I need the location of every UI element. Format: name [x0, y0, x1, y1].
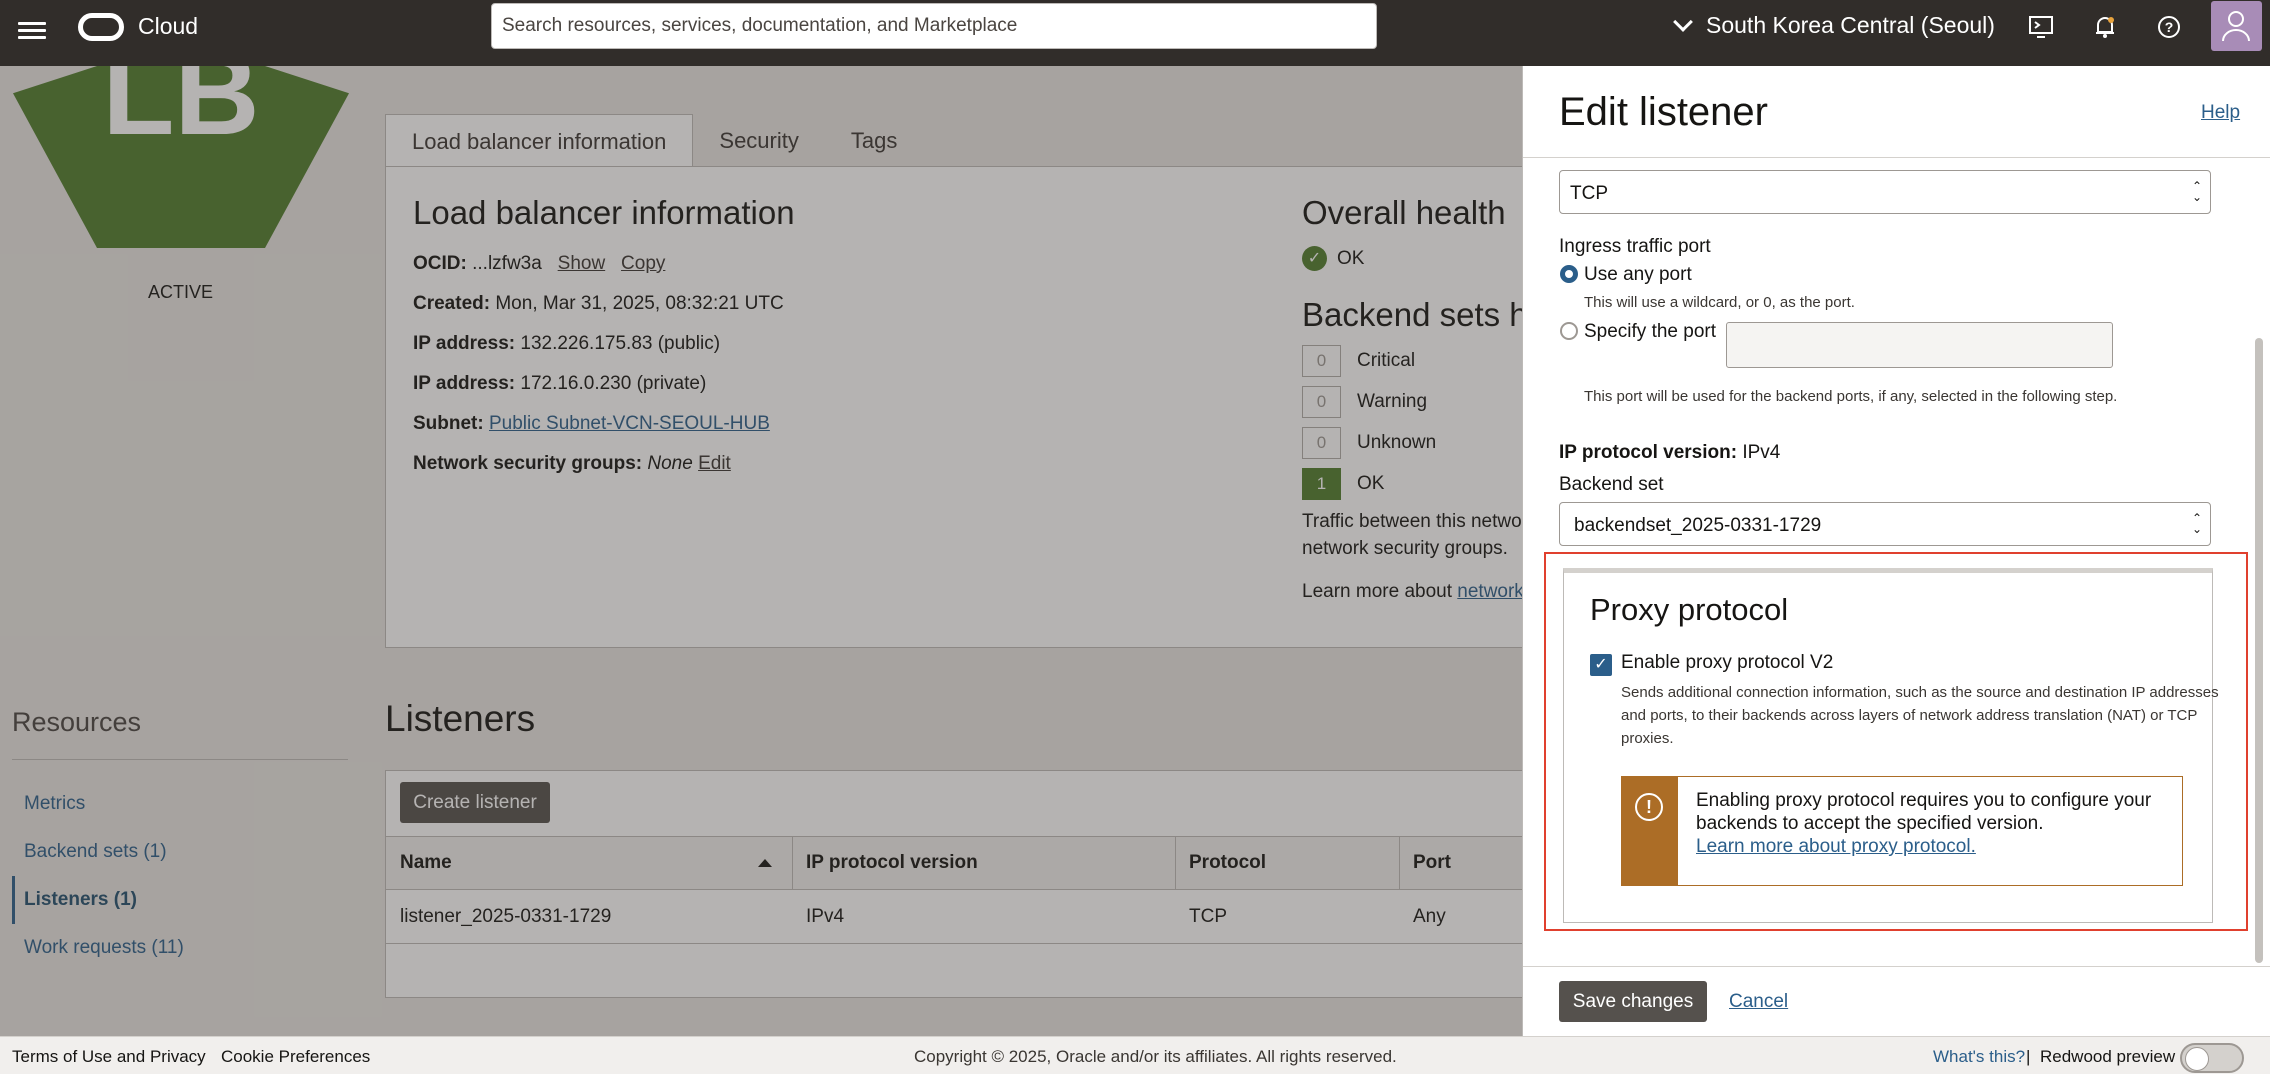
cloud-shell-icon[interactable]	[2028, 14, 2054, 40]
ip-version-row: IP protocol version: IPv4	[1559, 442, 1780, 464]
backend-set-value: backendset_2025-0331-1729	[1574, 515, 1822, 536]
backend-set-select[interactable]: backendset_2025-0331-1729 ⌃ ⌄	[1559, 502, 2211, 546]
select-arrows-icon: ⌃ ⌄	[2191, 179, 2202, 204]
chevron-down-icon	[1673, 11, 1693, 32]
warning-text: Enabling proxy protocol requires you to …	[1696, 790, 2152, 834]
top-navigation-bar: Cloud South Korea Central (Seoul) ?	[0, 0, 2270, 66]
port-input[interactable]	[1726, 322, 2113, 368]
cancel-link[interactable]: Cancel	[1729, 991, 1788, 1013]
panel-title: Edit listener	[1559, 90, 1768, 134]
help-link[interactable]: Help	[2201, 102, 2240, 124]
proxy-description-line-3: proxies.	[1621, 730, 1674, 747]
port-hint: This port will be used for the backend p…	[1584, 388, 2118, 405]
modal-overlay[interactable]	[0, 66, 1522, 1036]
proxy-v2-label[interactable]: Enable proxy protocol V2	[1621, 652, 1833, 674]
copyright-text: Copyright © 2025, Oracle and/or its affi…	[914, 1047, 1397, 1066]
bell-icon[interactable]	[2092, 14, 2118, 40]
cookie-preferences-link[interactable]: Cookie Preferences	[221, 1047, 370, 1067]
page-footer: Terms of Use and Privacy Cookie Preferen…	[0, 1036, 2270, 1074]
svg-text:?: ?	[2165, 19, 2174, 35]
backend-set-label: Backend set	[1559, 474, 1664, 495]
warning-text-block: Enabling proxy protocol requires you to …	[1696, 789, 2176, 858]
warning-side-bar: !	[1622, 777, 1678, 885]
whats-this-link[interactable]: What's this?	[1933, 1047, 2025, 1067]
warning-message: ! Enabling proxy protocol requires you t…	[1621, 776, 2183, 886]
region-selector[interactable]: South Korea Central (Seoul)	[1673, 11, 1995, 39]
footer-separator: |	[2026, 1047, 2031, 1066]
protocol-select-value: TCP	[1570, 183, 1608, 204]
user-avatar[interactable]	[2211, 1, 2262, 51]
proxy-v2-checkbox[interactable]: ✓	[1590, 654, 1612, 676]
proxy-learn-more-link[interactable]: Learn more about proxy protocol.	[1696, 836, 1976, 857]
use-any-port-label[interactable]: Use any port	[1584, 264, 1692, 286]
proxy-description-line-1: Sends additional connection information,…	[1621, 684, 2219, 701]
region-label: South Korea Central (Seoul)	[1706, 12, 1995, 38]
select-arrows-icon: ⌃ ⌄	[2191, 511, 2202, 536]
edit-listener-panel: Edit listener Help TCP ⌃ ⌄ Ingress traffi…	[1522, 66, 2270, 1036]
ip-version-value: IPv4	[1742, 442, 1781, 463]
scrollbar[interactable]	[2255, 338, 2263, 963]
help-icon[interactable]: ?	[2156, 14, 2182, 40]
search-input[interactable]	[491, 3, 1377, 49]
specify-port-radio[interactable]	[1560, 322, 1578, 340]
proxy-description-line-2: and ports, to their backends across laye…	[1621, 707, 2198, 724]
exclamation-icon: !	[1635, 793, 1663, 821]
proxy-protocol-title: Proxy protocol	[1590, 592, 1789, 627]
save-changes-button[interactable]: Save changes	[1559, 981, 1707, 1022]
panel-footer: Save changes Cancel	[1523, 966, 2270, 1036]
use-any-port-hint: This will use a wildcard, or 0, as the p…	[1584, 294, 1855, 311]
redwood-preview-toggle[interactable]	[2180, 1043, 2244, 1073]
use-any-port-radio[interactable]	[1560, 265, 1578, 283]
terms-link[interactable]: Terms of Use and Privacy	[12, 1047, 206, 1067]
ip-version-label: IP protocol version:	[1559, 442, 1738, 463]
ingress-port-label: Ingress traffic port	[1559, 236, 1711, 257]
oracle-logo-icon[interactable]	[78, 13, 124, 41]
panel-header: Edit listener Help	[1523, 66, 2270, 158]
brand-name[interactable]: Cloud	[138, 13, 198, 40]
protocol-select[interactable]: TCP ⌃ ⌄	[1559, 170, 2211, 214]
specify-port-label[interactable]: Specify the port	[1584, 321, 1716, 343]
redwood-preview-label: Redwood preview	[2040, 1047, 2176, 1066]
hamburger-menu-icon[interactable]	[18, 18, 46, 46]
